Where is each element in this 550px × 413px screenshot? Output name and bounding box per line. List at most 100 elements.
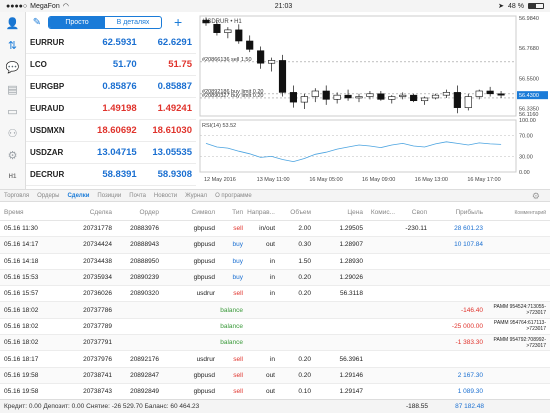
table-row[interactable]: 05.16 19:58 20738743 20892849 gbpusd sell out… bbox=[0, 384, 550, 401]
column-header[interactable]: Сделка bbox=[66, 209, 114, 216]
cell-deal: 20734424 bbox=[83, 241, 112, 249]
cell-type: buy bbox=[232, 241, 243, 249]
cell-deal: 20738743 bbox=[83, 388, 112, 396]
cell-profit: 1 089.30 bbox=[457, 388, 483, 396]
candle-body bbox=[333, 94, 341, 100]
tab-5[interactable]: Новости bbox=[154, 193, 177, 199]
column-header[interactable]: Объем bbox=[277, 209, 313, 216]
cell-deal: 20735934 bbox=[83, 274, 112, 282]
document-icon[interactable]: ▤ bbox=[0, 78, 26, 100]
cell-price: 56.3961 bbox=[339, 355, 364, 363]
table-row[interactable]: 05.16 18:02 20737789 balance -25 000.00 PAMM… bbox=[0, 319, 550, 336]
cell-type: buy bbox=[232, 257, 243, 265]
column-header[interactable]: Время bbox=[0, 209, 66, 216]
cell-time: 05.16 18:02 bbox=[4, 306, 39, 314]
price-axis-label: 56.4300 bbox=[519, 93, 539, 99]
battery-percent: 48 % bbox=[508, 2, 524, 10]
column-header[interactable]: Комис... bbox=[365, 209, 397, 216]
tab-3[interactable]: Позиции bbox=[97, 193, 121, 199]
settings-icon[interactable]: ⚙ bbox=[0, 144, 26, 166]
quote-row[interactable]: DECRUR 58.8391 58.9308 bbox=[26, 164, 196, 186]
quote-row[interactable]: EURGBP 0.85876 0.85887 bbox=[26, 76, 196, 98]
timeframe-button[interactable]: H1 bbox=[0, 166, 26, 188]
cell-dir: in bbox=[269, 355, 275, 363]
table-row[interactable]: 05.16 18:02 20737791 balance -1 383.30 PAMM … bbox=[0, 335, 550, 352]
tab-7[interactable]: О программе bbox=[215, 193, 252, 199]
column-header[interactable]: Направ... bbox=[245, 209, 277, 216]
cell-profit: -146.40 bbox=[460, 306, 483, 314]
deals-table: 05.16 11:30 20731778 20883976 gbpusd sell in/… bbox=[0, 221, 550, 401]
table-row[interactable]: 05.16 15:57 20736026 20890320 usdrur sell in 0… bbox=[0, 286, 550, 303]
quotes-icon[interactable]: ⇅ bbox=[0, 34, 26, 56]
quote-row[interactable]: LCO 51.70 51.75 bbox=[26, 54, 196, 76]
table-row[interactable]: 05.16 14:17 20734424 20888943 gbpusd buy out 0… bbox=[0, 237, 550, 254]
candle-body bbox=[388, 96, 396, 100]
battery-icon bbox=[527, 3, 544, 9]
cell-price: 1.28930 bbox=[339, 257, 364, 265]
cell-price: 1.29147 bbox=[339, 388, 364, 396]
quote-symbol: EURRUR bbox=[30, 38, 65, 47]
quote-row[interactable]: USDZAR 13.04715 13.05535 bbox=[26, 142, 196, 164]
total-swap: -188.55 bbox=[405, 403, 428, 410]
app-root: { "status": { "carrier": "MegaFon", "tim… bbox=[0, 0, 550, 413]
cell-price: 1.28907 bbox=[339, 241, 364, 249]
add-symbol-icon[interactable]: + bbox=[174, 14, 182, 30]
column-header[interactable]: Символ bbox=[161, 209, 217, 216]
cell-comment: PAMM 954764:617113->723017 bbox=[493, 320, 546, 333]
rsi-axis-label: 30.00 bbox=[519, 154, 533, 160]
quote-bid: 18.60692 bbox=[97, 125, 137, 136]
tab-1[interactable]: Ордеры bbox=[37, 193, 59, 199]
column-header[interactable]: Цена bbox=[313, 209, 365, 216]
table-row[interactable]: 05.16 18:17 20737976 20892176 usdrur sell in 0… bbox=[0, 351, 550, 368]
column-header[interactable]: Прибыль bbox=[429, 209, 485, 216]
tab-4[interactable]: Почта bbox=[129, 193, 146, 199]
table-row[interactable]: 05.16 14:18 20734438 20888950 gbpusd buy in 1.… bbox=[0, 254, 550, 270]
quote-row[interactable]: EURRUR 62.5931 62.6291 bbox=[26, 32, 196, 54]
table-row[interactable]: 05.16 19:58 20738741 20892847 gbpusd sell out… bbox=[0, 367, 550, 384]
cell-vol: 0.20 bbox=[298, 355, 311, 363]
table-row[interactable]: 05.16 11:30 20731778 20883976 gbpusd sell in/… bbox=[0, 221, 550, 238]
cell-vol: 0.20 bbox=[298, 290, 311, 298]
mode-detail-button[interactable]: В деталях bbox=[105, 17, 161, 28]
tab-0[interactable]: Торговля bbox=[4, 193, 29, 199]
column-header[interactable]: Комментарий bbox=[485, 210, 550, 216]
rsi-axis-label: 100.00 bbox=[519, 118, 536, 124]
mode-simple-button[interactable]: Просто bbox=[49, 16, 105, 28]
carrier-name: MegaFon bbox=[30, 2, 60, 10]
cell-vol: 0.30 bbox=[298, 241, 311, 249]
users-icon[interactable]: ⚇ bbox=[0, 122, 26, 144]
cell-order: 20892176 bbox=[130, 355, 159, 363]
cell-price: 1.29505 bbox=[339, 225, 364, 233]
table-row[interactable]: 05.16 18:02 20737786 balance -146.40 PAMM 95… bbox=[0, 302, 550, 319]
cell-type: balance bbox=[220, 339, 243, 347]
column-header[interactable]: Тип bbox=[217, 209, 245, 216]
cell-price: 56.3118 bbox=[339, 290, 363, 298]
candle-body bbox=[410, 94, 418, 102]
candle-body bbox=[311, 90, 319, 97]
quote-row[interactable]: EURAUD 1.49198 1.49241 bbox=[26, 98, 196, 120]
quote-ask: 1.49241 bbox=[157, 103, 192, 114]
quote-symbol: EURGBP bbox=[30, 82, 65, 91]
table-row[interactable]: 05.16 15:53 20735934 20890239 gbpusd buy in 0.… bbox=[0, 269, 550, 287]
column-header[interactable]: Ордер bbox=[114, 209, 161, 216]
cell-profit: -25 000.00 bbox=[451, 322, 483, 330]
quote-bid: 0.85876 bbox=[102, 81, 137, 92]
cell-type: balance bbox=[220, 322, 243, 330]
rsi-axis-label: 70.00 bbox=[519, 134, 533, 140]
candle-body bbox=[355, 96, 363, 99]
rsi-line bbox=[205, 141, 502, 163]
tab-2[interactable]: Сделки bbox=[67, 193, 89, 199]
edit-icon[interactable]: ✎ bbox=[30, 17, 44, 28]
chat-icon[interactable]: 💬 bbox=[0, 56, 26, 78]
chart-canvas[interactable]: USDRUR • H1#20866136 sell 1.50#20892186 … bbox=[198, 12, 550, 189]
price-chart[interactable]: USDRUR • H1 #20866136 sell 1.50 #20892186 … bbox=[198, 12, 550, 189]
column-header[interactable]: Своп bbox=[397, 209, 429, 216]
candle-body bbox=[213, 24, 221, 33]
cell-order: 20888943 bbox=[130, 241, 159, 249]
cell-deal: 20737976 bbox=[83, 355, 112, 363]
quote-row[interactable]: USDMXN 18.60692 18.61030 bbox=[26, 120, 196, 142]
account-icon[interactable]: 👤 bbox=[0, 12, 26, 34]
layout-settings-icon[interactable]: ⚙ bbox=[532, 191, 540, 202]
tab-6[interactable]: Журнал bbox=[185, 193, 207, 199]
terminal-icon[interactable]: ▭ bbox=[0, 100, 26, 122]
